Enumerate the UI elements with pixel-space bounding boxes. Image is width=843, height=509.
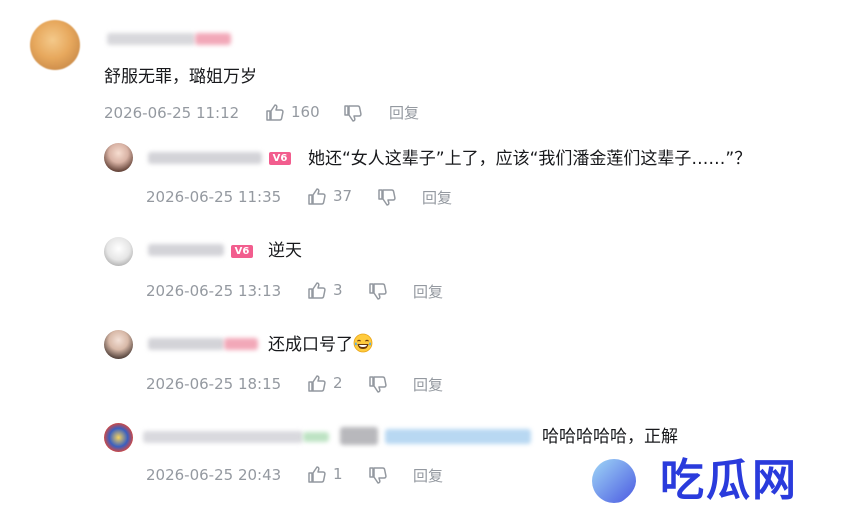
comment-time: 2026-06-25 20:43 <box>146 466 282 484</box>
comment-time: 2026-06-25 11:35 <box>146 188 282 206</box>
thumbs-down-icon[interactable] <box>343 104 363 123</box>
thumbs-up-icon[interactable] <box>307 465 327 484</box>
comment-text: 舒服无罪，璐姐万岁 <box>104 67 257 87</box>
avatar[interactable] <box>30 20 80 70</box>
thumbs-up-icon[interactable] <box>307 374 327 393</box>
comment-time: 2026-06-25 11:12 <box>104 104 240 122</box>
username-blurred[interactable] <box>148 338 224 350</box>
avatar[interactable] <box>104 237 133 266</box>
reply-button[interactable]: 回复 <box>413 282 443 302</box>
mention-blurred[interactable] <box>340 427 378 445</box>
like-count: 3 <box>333 281 343 299</box>
username-blurred <box>303 432 329 442</box>
watermark-text: 吃瓜网 <box>660 455 798 506</box>
like-count: 1 <box>333 465 343 483</box>
avatar[interactable] <box>104 330 133 359</box>
username-blurred <box>195 33 231 45</box>
comment-time: 2026-06-25 13:13 <box>146 282 282 300</box>
like-count: 37 <box>333 187 353 205</box>
level-badge: V6 <box>269 152 291 165</box>
like-count: 160 <box>291 103 320 121</box>
username-blurred[interactable] <box>148 152 262 164</box>
like-count: 2 <box>333 374 343 392</box>
comment-time: 2026-06-25 18:15 <box>146 375 282 393</box>
username-blurred <box>224 338 258 350</box>
level-badge: V6 <box>231 245 253 258</box>
comment-text-content: 还成口号了 <box>268 335 353 355</box>
comment-text: 她还“女人这辈子”上了，应该“我们潘金莲们这辈子……”？ <box>308 149 752 169</box>
comment-text: 哈哈哈哈哈，正解 <box>542 427 678 447</box>
thumbs-up-icon[interactable] <box>265 103 285 122</box>
thumbs-up-icon[interactable] <box>307 187 327 206</box>
username-blurred[interactable] <box>143 431 303 443</box>
username-blurred[interactable] <box>148 244 224 256</box>
thumbs-down-icon[interactable] <box>377 188 397 207</box>
reply-button[interactable]: 回复 <box>389 103 419 123</box>
thumbs-down-icon[interactable] <box>368 466 388 485</box>
comment-text: 还成口号了 <box>268 333 373 356</box>
watermark-swirl-icon <box>592 459 650 506</box>
laughing-tears-emoji <box>353 333 373 353</box>
avatar[interactable] <box>104 423 133 452</box>
thumbs-down-icon[interactable] <box>368 375 388 394</box>
comment-text: 逆天 <box>268 241 302 261</box>
reply-button[interactable]: 回复 <box>422 188 452 208</box>
reply-button[interactable]: 回复 <box>413 375 443 395</box>
watermark-logo: 吃瓜网 <box>590 453 840 509</box>
thumbs-down-icon[interactable] <box>368 282 388 301</box>
thumbs-up-icon[interactable] <box>307 281 327 300</box>
avatar[interactable] <box>104 143 133 172</box>
mention-blurred[interactable] <box>385 429 531 444</box>
username-blurred[interactable] <box>107 33 195 45</box>
reply-button[interactable]: 回复 <box>413 466 443 486</box>
